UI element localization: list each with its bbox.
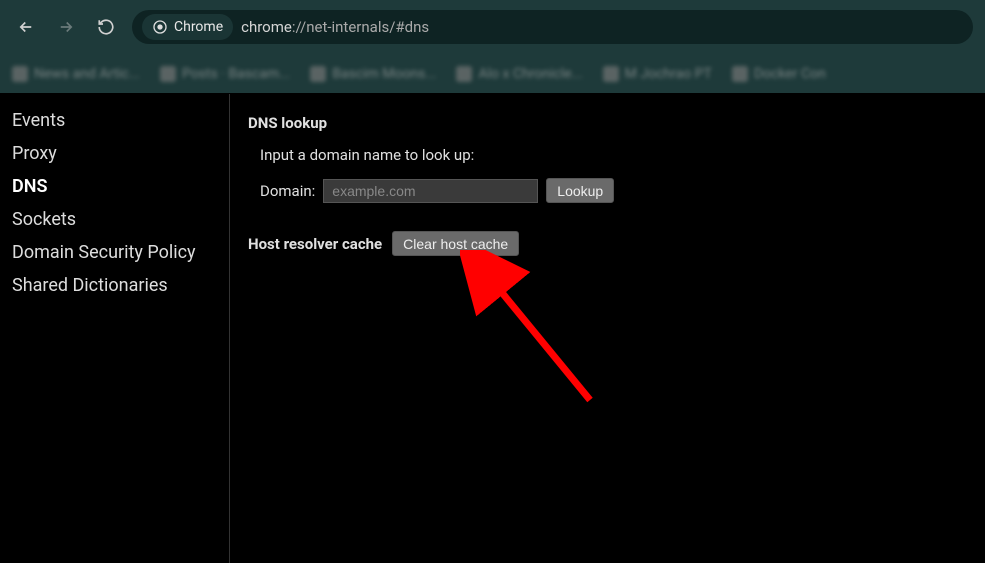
bookmark-item[interactable]: M Jochrao PT [603,66,712,82]
domain-form-row: Domain: Lookup [260,178,967,203]
sidebar-item-shared-dictionaries[interactable]: Shared Dictionaries [12,269,217,302]
bookmark-item[interactable]: Docker Con [732,66,826,82]
content-area: Events Proxy DNS Sockets Domain Security… [0,94,985,563]
address-bar[interactable]: Chrome chrome://net-internals/#dns [132,10,973,44]
arrow-left-icon [17,18,35,36]
sidebar-item-domain-security-policy[interactable]: Domain Security Policy [12,236,217,269]
chrome-icon [152,19,168,35]
reload-button[interactable] [92,13,120,41]
favicon-icon [160,66,176,82]
forward-button[interactable] [52,13,80,41]
sidebar-item-sockets[interactable]: Sockets [12,203,217,236]
instruction-text: Input a domain name to look up: [260,146,967,164]
sidebar: Events Proxy DNS Sockets Domain Security… [0,94,230,563]
bookmark-item[interactable]: Alo x Chronicle... [456,66,582,82]
chrome-origin-pill: Chrome [142,14,233,40]
main-panel: DNS lookup Input a domain name to look u… [230,94,985,563]
favicon-icon [732,66,748,82]
domain-label: Domain: [260,182,315,200]
arrow-right-icon [57,18,75,36]
clear-host-cache-button[interactable]: Clear host cache [392,231,519,256]
domain-input[interactable] [323,179,538,203]
sidebar-item-proxy[interactable]: Proxy [12,137,217,170]
browser-toolbar: Chrome chrome://net-internals/#dns [0,0,985,54]
lookup-button[interactable]: Lookup [546,178,614,203]
bookmark-item[interactable]: News and Artic... [12,66,140,82]
resolver-row: Host resolver cache Clear host cache [248,231,967,256]
favicon-icon [456,66,472,82]
sidebar-item-events[interactable]: Events [12,104,217,137]
reload-icon [97,18,115,36]
favicon-icon [12,66,28,82]
sidebar-item-dns[interactable]: DNS [12,170,217,203]
chrome-label: Chrome [174,19,223,35]
favicon-icon [310,66,326,82]
bookmark-item[interactable]: Posts · Bascam... [160,66,290,82]
section-title: DNS lookup [248,114,967,132]
resolver-label: Host resolver cache [248,235,382,253]
bookmarks-bar: News and Artic... Posts · Bascam... Basc… [0,54,985,94]
url-text: chrome://net-internals/#dns [241,18,429,36]
favicon-icon [603,66,619,82]
back-button[interactable] [12,13,40,41]
bookmark-item[interactable]: Bascim Moons... [310,66,436,82]
